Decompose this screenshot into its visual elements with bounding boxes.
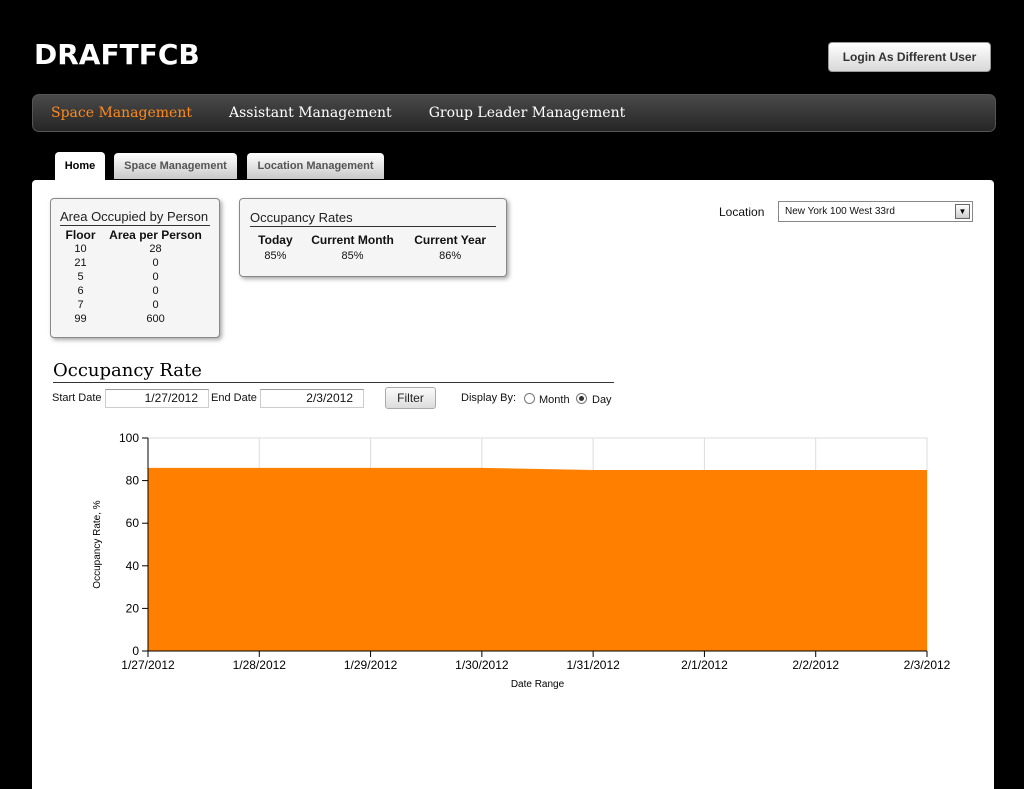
- x-tick-label: 2/1/2012: [681, 658, 728, 672]
- y-tick-label: 60: [126, 516, 140, 530]
- x-tick-label: 1/30/2012: [455, 658, 509, 672]
- x-tick-label: 1/27/2012: [121, 658, 175, 672]
- y-tick-label: 0: [132, 644, 139, 658]
- y-tick-label: 100: [119, 431, 139, 445]
- x-tick-label: 1/29/2012: [344, 658, 398, 672]
- x-axis-title: Date Range: [511, 679, 565, 690]
- x-tick-label: 2/2/2012: [792, 658, 839, 672]
- x-tick-label: 1/31/2012: [566, 658, 620, 672]
- y-tick-label: 80: [126, 474, 140, 488]
- x-tick-label: 1/28/2012: [233, 658, 287, 672]
- area-series: [148, 467, 927, 651]
- y-tick-label: 40: [126, 559, 140, 573]
- x-tick-label: 2/3/2012: [904, 658, 951, 672]
- occupancy-chart: 0 20 40 60 80 100 1/27/2012 1/28/2012 1/29/2012 1…: [92, 431, 951, 690]
- y-tick-label: 20: [126, 601, 140, 615]
- y-axis-title: Occupancy Rate, %: [92, 500, 103, 588]
